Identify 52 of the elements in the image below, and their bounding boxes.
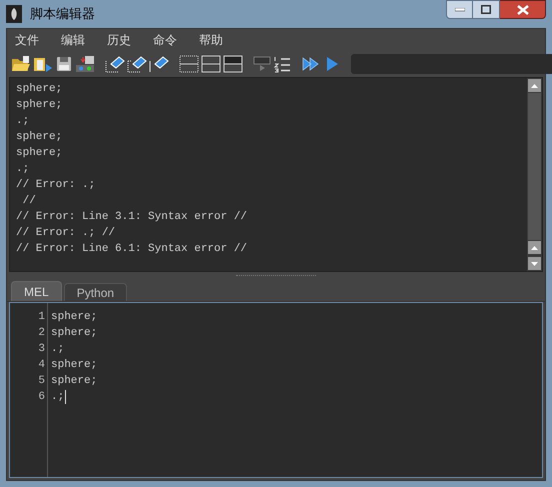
scroll-up-button[interactable]: [528, 79, 541, 92]
output-line: sphere;: [16, 130, 64, 145]
menu-item[interactable]: 帮助: [199, 31, 223, 49]
code-line: .;: [51, 342, 64, 357]
output-line: // Error: Line 6.1: Syntax error //: [16, 242, 248, 257]
line-number: 3: [37, 342, 45, 357]
code-line: sphere;: [51, 374, 98, 389]
output-line: .;: [16, 114, 30, 129]
minimize-icon: [454, 8, 464, 12]
output-line: .;: [16, 162, 30, 177]
menu-item[interactable]: 编辑: [61, 31, 85, 49]
down-arrow-icon: [531, 262, 538, 266]
scroll-down-button[interactable]: [528, 257, 541, 270]
menu-item[interactable]: 文件: [15, 31, 39, 49]
app-icon: [6, 5, 22, 23]
scrollbar[interactable]: [527, 78, 542, 271]
output-line: sphere;: [16, 98, 64, 113]
line-number: 2: [37, 326, 45, 341]
output-line: // Error: Line 3.1: Syntax error //: [16, 210, 248, 225]
layout-icon[interactable]: [201, 53, 221, 75]
output-line: // Error: .;: [16, 178, 96, 193]
up-arrow-icon: [531, 84, 538, 88]
window-title: 脚本编辑器: [30, 5, 95, 24]
maximize-icon: [481, 5, 491, 14]
layout-icon[interactable]: [179, 53, 199, 75]
menu-item[interactable]: 命令: [153, 31, 177, 49]
maximize-button[interactable]: [473, 0, 500, 19]
tab[interactable]: Python: [64, 283, 128, 301]
output-line: sphere;: [16, 82, 64, 97]
tab[interactable]: MEL: [11, 281, 62, 301]
line-number: 6: [37, 390, 45, 405]
scroll-up-button[interactable]: [528, 241, 541, 254]
text-cursor: [65, 390, 66, 404]
output-line: //: [22, 194, 37, 209]
output-line: sphere;: [16, 146, 64, 161]
line-number: 4: [37, 358, 45, 373]
line-number: 1: [37, 310, 45, 325]
close-icon: [516, 4, 528, 14]
minimize-button[interactable]: [446, 0, 473, 19]
output-line: // Error: .; //: [16, 226, 116, 241]
code-line: sphere;: [51, 310, 98, 325]
command-field[interactable]: [351, 54, 552, 74]
splitter-handle[interactable]: [236, 275, 316, 277]
code-line: .;: [51, 390, 64, 405]
close-button[interactable]: [500, 0, 546, 19]
up-arrow-icon: [531, 246, 538, 250]
line-number: 5: [37, 374, 45, 389]
layout-icon[interactable]: [223, 53, 243, 75]
editor-panel[interactable]: 1 2 3 4 5 6 sphere; sphere; .; sphere; sphere; .;: [9, 302, 543, 478]
menu-item[interactable]: 历史: [107, 31, 131, 49]
code-line: sphere;: [51, 326, 98, 341]
code-line: sphere;: [51, 358, 98, 373]
